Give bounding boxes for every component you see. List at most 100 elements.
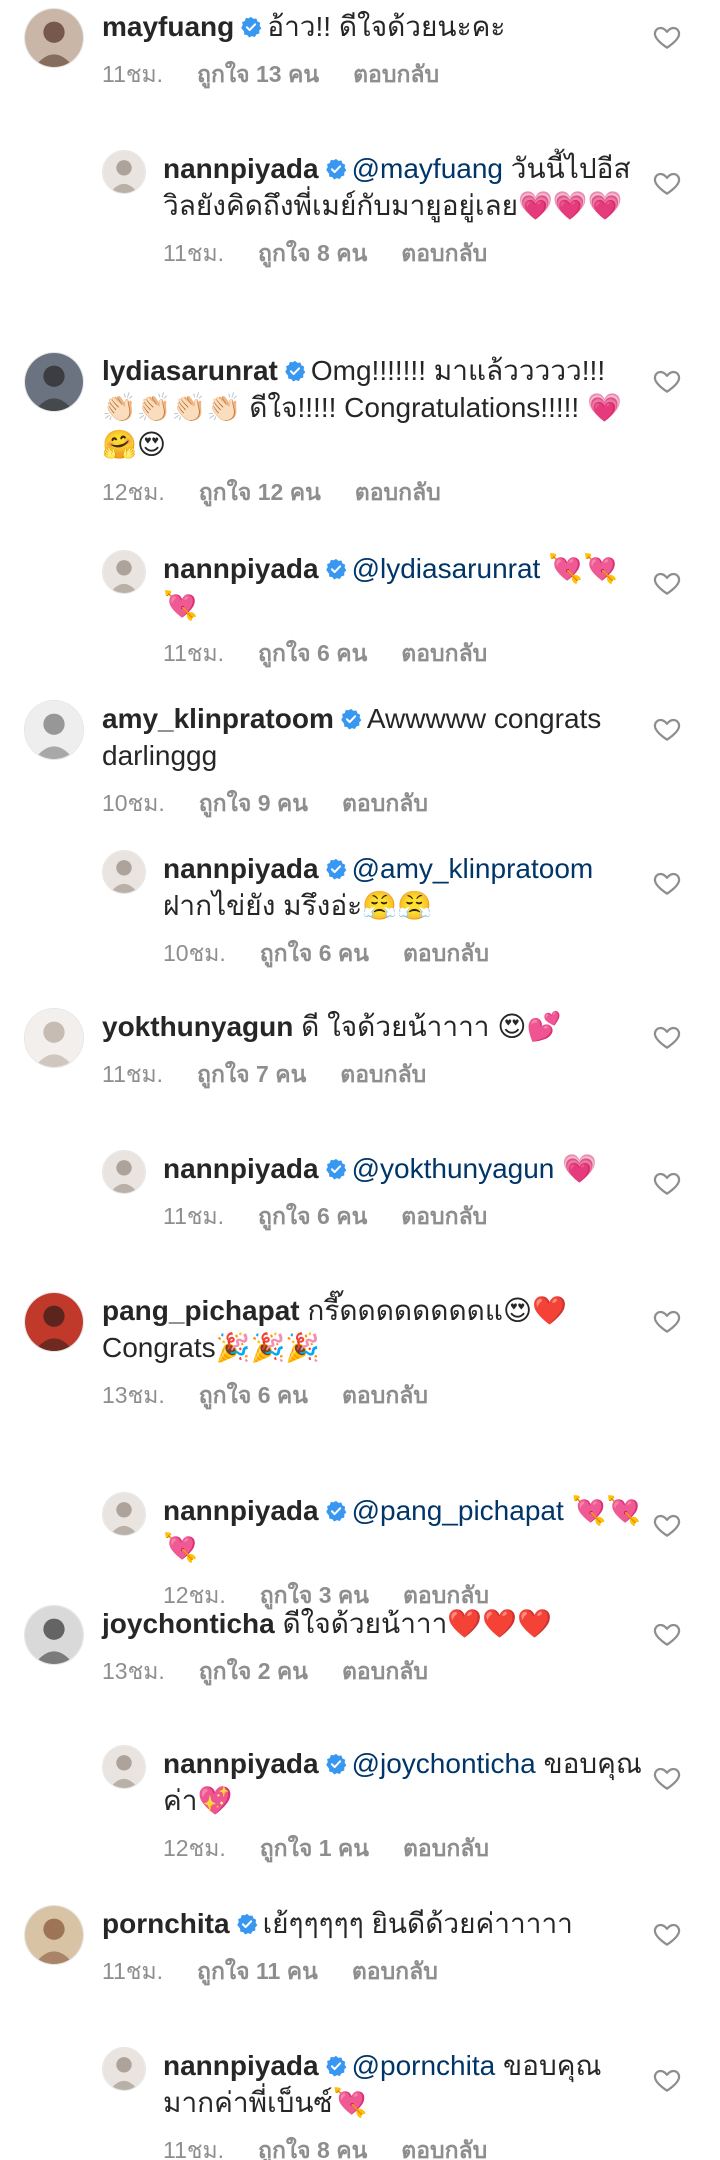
likes-suffix: คน — [287, 61, 320, 87]
comment-body: pang_pichapat กรี๊ดดดดดดดดแ😍❤️ Congrats🎉… — [102, 1292, 642, 1414]
timestamp[interactable]: 11ชม. — [163, 640, 224, 666]
reply-button[interactable]: ตอบกลับ — [403, 1835, 489, 1861]
like-heart-icon[interactable] — [652, 1919, 682, 1949]
comment-body: yokthunyagun ดี ใจด้วยน้าาาา 😍💕 11ชม. ถูกใ… — [102, 1008, 642, 1093]
reply-button[interactable]: ตอบกลับ — [355, 479, 441, 505]
like-heart-icon[interactable] — [652, 868, 682, 898]
username-link[interactable]: nannpiyada — [163, 2050, 319, 2081]
mention-link[interactable]: @pang_pichapat — [352, 1495, 564, 1526]
likes-count[interactable]: ถูกใจ 13 คน — [197, 61, 319, 87]
reply-button[interactable]: ตอบกลับ — [353, 61, 439, 87]
username-link[interactable]: nannpiyada — [163, 553, 319, 584]
like-heart-icon[interactable] — [652, 1306, 682, 1336]
timestamp[interactable]: 10ชม. — [163, 940, 226, 966]
reply-button[interactable]: ตอบกลับ — [401, 1203, 487, 1229]
avatar[interactable] — [24, 1008, 84, 1068]
username-link[interactable]: amy_klinpratoom — [102, 703, 334, 734]
timestamp[interactable]: 13ชม. — [102, 1382, 165, 1408]
likes-suffix: คน — [336, 240, 368, 266]
likes-count[interactable]: ถูกใจ 8 คน — [258, 240, 367, 266]
username-link[interactable]: nannpiyada — [163, 1748, 319, 1779]
likes-prefix: ถูกใจ — [197, 1061, 250, 1087]
reply-button[interactable]: ตอบกลับ — [401, 240, 487, 266]
reply-button[interactable]: ตอบกลับ — [340, 1061, 426, 1087]
username-link[interactable]: pornchita — [102, 1908, 230, 1939]
avatar[interactable] — [102, 850, 146, 894]
username-link[interactable]: mayfuang — [102, 11, 234, 42]
username-link[interactable]: nannpiyada — [163, 153, 319, 184]
mention-link[interactable]: @mayfuang — [352, 153, 503, 184]
username-link[interactable]: nannpiyada — [163, 853, 319, 884]
likes-number: 8 — [317, 2137, 330, 2160]
comment-body: nannpiyada @lydiasarunrat 💘💘💘 11ชม. ถูกใจ 6… — [163, 550, 643, 672]
timestamp[interactable]: 11ชม. — [102, 1958, 163, 1984]
reply-button[interactable]: ตอบกลับ — [342, 790, 428, 816]
likes-count[interactable]: ถูกใจ 11 คน — [197, 1958, 318, 1984]
username-link[interactable]: pang_pichapat — [102, 1295, 300, 1326]
like-heart-icon[interactable] — [652, 1510, 682, 1540]
likes-count[interactable]: ถูกใจ 1 คน — [260, 1835, 369, 1861]
timestamp[interactable]: 11ชม. — [163, 2137, 224, 2160]
timestamp[interactable]: 11ชม. — [163, 240, 224, 266]
mention-link[interactable]: @yokthunyagun — [352, 1153, 555, 1184]
like-heart-icon[interactable] — [652, 366, 682, 396]
reply-button[interactable]: ตอบกลับ — [352, 1958, 438, 1984]
mention-link[interactable]: @amy_klinpratoom — [352, 853, 594, 884]
comment-text: pornchita เย้ๆๆๆๆๆ ยินดีด้วยค่าาาาา — [102, 1905, 642, 1942]
like-heart-icon[interactable] — [652, 2065, 682, 2095]
reply-button[interactable]: ตอบกลับ — [403, 940, 489, 966]
avatar[interactable] — [24, 700, 84, 760]
likes-number: 6 — [257, 1382, 271, 1408]
avatar[interactable] — [102, 550, 146, 594]
reply-button[interactable]: ตอบกลับ — [401, 640, 487, 666]
avatar[interactable] — [102, 1150, 146, 1194]
like-heart-icon[interactable] — [652, 568, 682, 598]
avatar[interactable] — [102, 150, 146, 194]
likes-number: 9 — [257, 790, 271, 816]
username-link[interactable]: nannpiyada — [163, 1495, 319, 1526]
like-heart-icon[interactable] — [652, 1022, 682, 1052]
likes-count[interactable]: ถูกใจ 6 คน — [260, 940, 369, 966]
avatar[interactable] — [102, 2047, 146, 2091]
username-link[interactable]: joychonticha — [102, 1608, 275, 1639]
username-link[interactable]: nannpiyada — [163, 1153, 319, 1184]
reply-button[interactable]: ตอบกลับ — [342, 1382, 428, 1408]
timestamp[interactable]: 11ชม. — [102, 61, 163, 87]
likes-count[interactable]: ถูกใจ 6 คน — [258, 640, 367, 666]
avatar[interactable] — [24, 1905, 84, 1965]
like-heart-icon[interactable] — [652, 1619, 682, 1649]
username-link[interactable]: lydiasarunrat — [102, 355, 278, 386]
mention-link[interactable]: @joychonticha — [352, 1748, 536, 1779]
avatar[interactable] — [24, 8, 84, 68]
likes-count[interactable]: ถูกใจ 7 คน — [197, 1061, 306, 1087]
like-heart-icon[interactable] — [652, 1763, 682, 1793]
timestamp[interactable]: 11ชม. — [102, 1061, 163, 1087]
likes-count[interactable]: ถูกใจ 12 คน — [199, 479, 321, 505]
avatar[interactable] — [24, 1292, 84, 1352]
likes-count[interactable]: ถูกใจ 8 คน — [258, 2137, 367, 2160]
avatar[interactable] — [102, 1492, 146, 1536]
reply-button[interactable]: ตอบกลับ — [342, 1658, 428, 1684]
comment-body: nannpiyada @joychonticha ขอบคุณค่า💖 12ชม. ถ… — [163, 1745, 643, 1867]
mention-link[interactable]: @lydiasarunrat — [352, 553, 541, 584]
like-heart-icon[interactable] — [652, 22, 682, 52]
like-heart-icon[interactable] — [652, 714, 682, 744]
mention-link[interactable]: @pornchita — [352, 2050, 496, 2081]
avatar[interactable] — [102, 1745, 146, 1789]
comment-body: nannpiyada @mayfuang วันนี้ไปอีสวิลยังคิด… — [163, 150, 643, 272]
likes-count[interactable]: ถูกใจ 9 คน — [199, 790, 308, 816]
reply-button[interactable]: ตอบกลับ — [401, 2137, 487, 2160]
likes-count[interactable]: ถูกใจ 6 คน — [258, 1203, 367, 1229]
timestamp[interactable]: 11ชม. — [163, 1203, 224, 1229]
timestamp[interactable]: 12ชม. — [102, 479, 165, 505]
likes-count[interactable]: ถูกใจ 6 คน — [199, 1382, 308, 1408]
timestamp[interactable]: 12ชม. — [163, 1835, 226, 1861]
like-heart-icon[interactable] — [652, 168, 682, 198]
avatar[interactable] — [24, 1605, 84, 1665]
avatar[interactable] — [24, 352, 84, 412]
timestamp[interactable]: 10ชม. — [102, 790, 165, 816]
likes-count[interactable]: ถูกใจ 2 คน — [199, 1658, 308, 1684]
username-link[interactable]: yokthunyagun — [102, 1011, 293, 1042]
like-heart-icon[interactable] — [652, 1168, 682, 1198]
timestamp[interactable]: 13ชม. — [102, 1658, 165, 1684]
